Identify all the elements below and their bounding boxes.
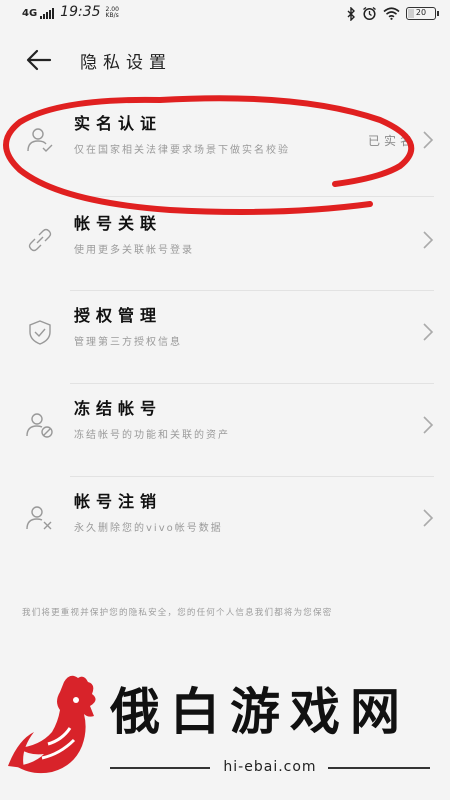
network-speed: 2.00 KB/s	[106, 7, 119, 19]
item-title: 冻结帐号	[74, 399, 163, 418]
watermark-url-row: hi-ebai.com	[110, 759, 430, 777]
chevron-right-icon	[423, 131, 434, 149]
item-description: 永久删除您的vivo帐号数据	[74, 523, 223, 534]
signal-icon	[40, 8, 55, 19]
list-item-real-name-verification[interactable]: 实名认证 仅在国家相关法律要求场景下做实名校验 已实名	[0, 100, 450, 192]
header: 隐私设置	[0, 38, 450, 82]
battery-icon: 20	[406, 7, 439, 20]
item-description: 管理第三方授权信息	[74, 337, 182, 348]
chevron-right-icon	[423, 509, 434, 527]
divider	[70, 476, 434, 477]
privacy-footer-note: 我们将更重视并保护您的隐私安全，您的任何个人信息我们都将为您保密	[22, 608, 333, 618]
item-title: 实名认证	[74, 114, 163, 133]
watermark-url: hi-ebai.com	[217, 759, 323, 775]
list-item-freeze-account[interactable]: 冻结帐号 冻结帐号的功能和关联的资产	[0, 385, 450, 477]
shield-check-icon	[29, 320, 51, 345]
item-description: 使用更多关联帐号登录	[74, 245, 194, 256]
speed-unit: KB/s	[105, 12, 119, 19]
item-description: 仅在国家相关法律要求场景下做实名校验	[74, 145, 290, 156]
rooster-logo-icon	[8, 675, 96, 774]
status-right: 20	[346, 6, 439, 21]
battery-fill	[408, 9, 414, 18]
status-left: 4G 19:35 2.00 KB/s	[22, 5, 119, 19]
list-item-authorization-management[interactable]: 授权管理 管理第三方授权信息	[0, 292, 450, 384]
item-description: 冻结帐号的功能和关联的资产	[74, 430, 230, 441]
item-title: 帐号关联	[74, 214, 163, 233]
wifi-icon	[383, 7, 400, 20]
watermark-brand: 俄白游戏网	[110, 683, 410, 741]
network-type: 4G	[22, 8, 38, 19]
chevron-right-icon	[423, 323, 434, 341]
chevron-right-icon	[423, 231, 434, 249]
person-check-icon	[27, 128, 53, 152]
list-item-delete-account[interactable]: 帐号注销 永久删除您的vivo帐号数据	[0, 478, 450, 570]
battery-level: 20	[415, 8, 427, 17]
divider	[70, 383, 434, 384]
divider	[70, 196, 434, 197]
back-arrow-icon[interactable]	[24, 46, 54, 74]
clock: 19:35	[60, 4, 101, 20]
item-title: 帐号注销	[74, 492, 163, 511]
verified-status: 已实名	[367, 134, 416, 148]
status-bar: 4G 19:35 2.00 KB/s 20	[0, 0, 450, 28]
watermark-url-wrap: hi-ebai.com	[110, 759, 430, 775]
person-remove-icon	[26, 506, 52, 530]
bluetooth-icon	[347, 6, 355, 21]
divider	[70, 290, 434, 291]
list-item-account-linking[interactable]: 帐号关联 使用更多关联帐号登录	[0, 200, 450, 292]
item-title: 授权管理	[74, 306, 163, 325]
link-icon	[28, 228, 52, 252]
page-title: 隐私设置	[80, 53, 172, 73]
person-lock-icon	[26, 413, 53, 438]
alarm-icon	[363, 6, 376, 21]
chevron-right-icon	[423, 416, 434, 434]
